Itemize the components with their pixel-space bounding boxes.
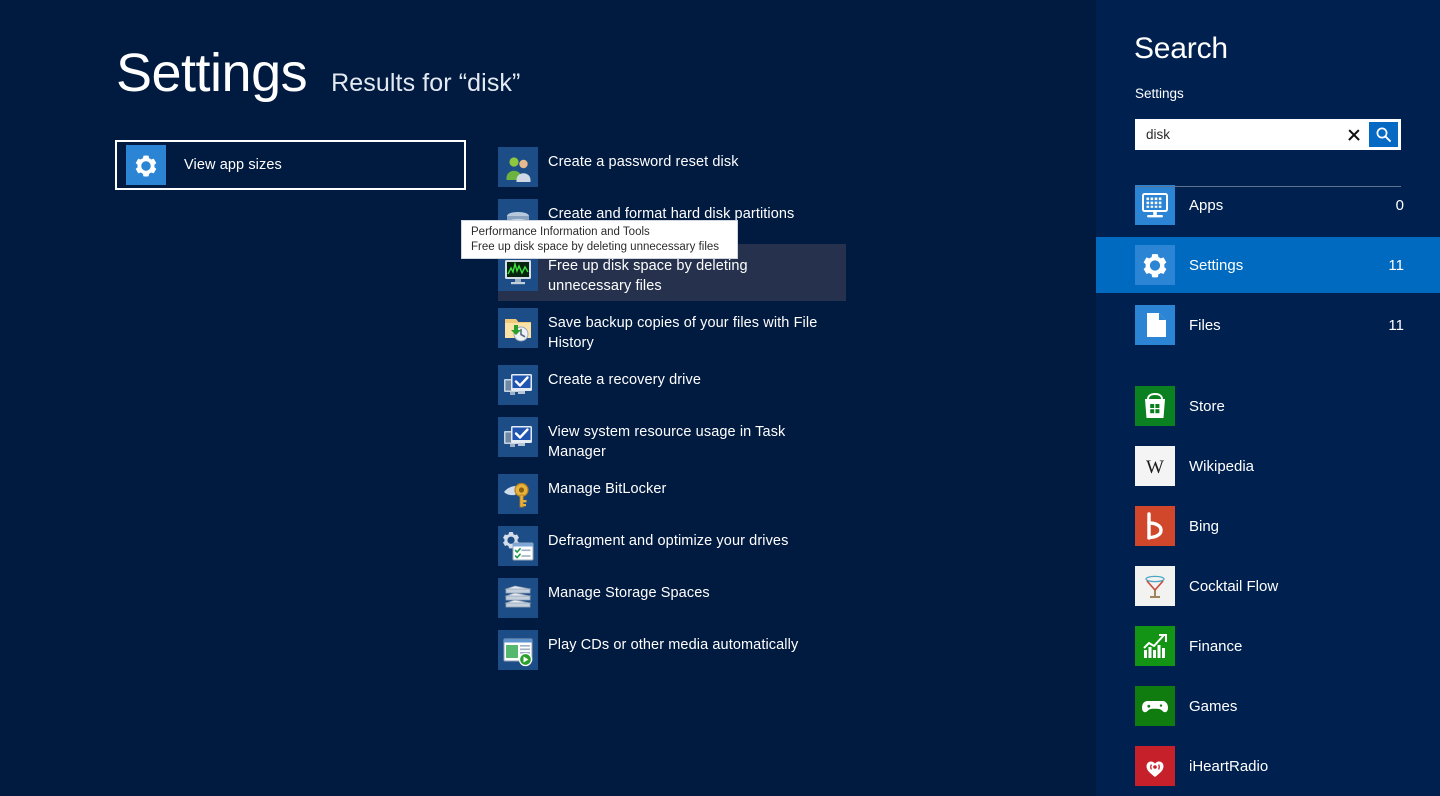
games-controller-icon	[1135, 686, 1175, 726]
result-item[interactable]: Defragment and optimize your drives	[498, 519, 846, 571]
gear-settings-icon	[126, 145, 166, 185]
iheartradio-icon	[1135, 746, 1175, 786]
category-count: 11	[1388, 256, 1404, 274]
app-row-games[interactable]: Games	[1096, 676, 1440, 736]
app-label: Finance	[1189, 637, 1243, 655]
result-label: Manage BitLocker	[548, 481, 667, 497]
result-item[interactable]: Create a password reset disk	[498, 140, 846, 192]
page-header: Settings Results for “disk”	[116, 46, 520, 100]
app-row-bing[interactable]: Bing	[1096, 496, 1440, 556]
result-item[interactable]: Create a recovery drive	[498, 358, 846, 410]
task-manager-icon	[498, 417, 538, 457]
category-count: 11	[1388, 316, 1404, 334]
document-page-icon	[1135, 305, 1175, 345]
svg-text:W: W	[1146, 457, 1164, 478]
category-row-settings[interactable]: Settings 11	[1096, 237, 1440, 293]
panel-divider	[1135, 186, 1401, 187]
bitlocker-key-icon	[498, 474, 538, 514]
search-panel: Search Settings disk Apps 0 Settings 11 …	[1096, 0, 1440, 796]
app-label: Bing	[1189, 517, 1220, 535]
file-history-folder-icon	[498, 308, 538, 348]
result-item[interactable]: Play CDs or other media automatically	[498, 623, 846, 675]
app-row-iheartradio[interactable]: iHeartRadio	[1096, 736, 1440, 796]
apps-monitor-icon	[1135, 185, 1175, 225]
category-label: Files	[1189, 316, 1221, 334]
app-label: Store	[1189, 397, 1225, 415]
app-row-finance[interactable]: Finance	[1096, 616, 1440, 676]
result-label: Save backup copies of your files with Fi…	[548, 315, 818, 351]
app-label: Wikipedia	[1189, 457, 1255, 475]
result-label: View app sizes	[184, 157, 282, 173]
tooltip-title: Performance Information and Tools	[471, 226, 650, 238]
page-title: Settings	[116, 43, 308, 103]
result-item-view-app-sizes[interactable]: View app sizes	[115, 140, 466, 190]
main-results-area: Settings Results for “disk” View app siz…	[0, 0, 1096, 796]
search-panel-heading: Search	[1134, 32, 1228, 65]
app-suggestion-list: Store W Wikipedia Bing Cocktail Flow Fin…	[1096, 376, 1440, 796]
store-bag-icon	[1135, 386, 1175, 426]
gear-settings-icon	[1135, 245, 1175, 285]
users-accounts-icon	[498, 147, 538, 187]
tooltip-description: Free up disk space by deleting unnecessa…	[471, 241, 720, 253]
result-label: Manage Storage Spaces	[548, 585, 710, 601]
category-label: Apps	[1189, 196, 1224, 214]
close-icon[interactable]	[1339, 120, 1369, 149]
app-label: iHeartRadio	[1189, 757, 1269, 775]
storage-spaces-icon	[498, 578, 538, 618]
autoplay-icon	[498, 630, 538, 670]
result-item[interactable]: Manage BitLocker	[498, 467, 846, 519]
result-item[interactable]: Save backup copies of your files with Fi…	[498, 301, 846, 358]
finance-chart-icon	[1135, 626, 1175, 666]
bing-b-icon	[1135, 506, 1175, 546]
recovery-drive-icon	[498, 365, 538, 405]
defragment-icon	[498, 526, 538, 566]
app-label: Cocktail Flow	[1189, 577, 1279, 595]
tooltip: Performance Information and Tools Free u…	[461, 220, 738, 259]
app-row-cocktail-flow[interactable]: Cocktail Flow	[1096, 556, 1440, 616]
search-icon[interactable]	[1369, 122, 1398, 147]
category-label: Settings	[1189, 256, 1244, 274]
search-box[interactable]	[1135, 119, 1401, 150]
results-query-label: Results for “disk”	[331, 69, 521, 97]
app-row-store[interactable]: Store	[1096, 376, 1440, 436]
cocktail-glass-icon	[1135, 566, 1175, 606]
result-item[interactable]: View system resource usage in Task Manag…	[498, 410, 846, 467]
result-label: Play CDs or other media automatically	[548, 637, 799, 653]
search-results-screen: Settings Results for “disk” View app siz…	[0, 0, 1440, 796]
result-label: Defragment and optimize your drives	[548, 533, 789, 549]
app-label: Games	[1189, 697, 1238, 715]
search-scope-label: Settings	[1135, 86, 1184, 101]
result-label: Create a recovery drive	[548, 372, 701, 388]
search-category-list: Apps 0 Settings 11 Files 11	[1096, 177, 1440, 357]
result-label: Create a password reset disk	[548, 154, 739, 170]
result-label: View system resource usage in Task Manag…	[548, 424, 786, 460]
search-input[interactable]	[1135, 120, 1339, 149]
category-row-files[interactable]: Files 11	[1096, 297, 1440, 353]
wikipedia-w-icon: W	[1135, 446, 1175, 486]
app-row-wikipedia[interactable]: W Wikipedia	[1096, 436, 1440, 496]
result-item[interactable]: Manage Storage Spaces	[498, 571, 846, 623]
category-count: 0	[1395, 196, 1404, 214]
